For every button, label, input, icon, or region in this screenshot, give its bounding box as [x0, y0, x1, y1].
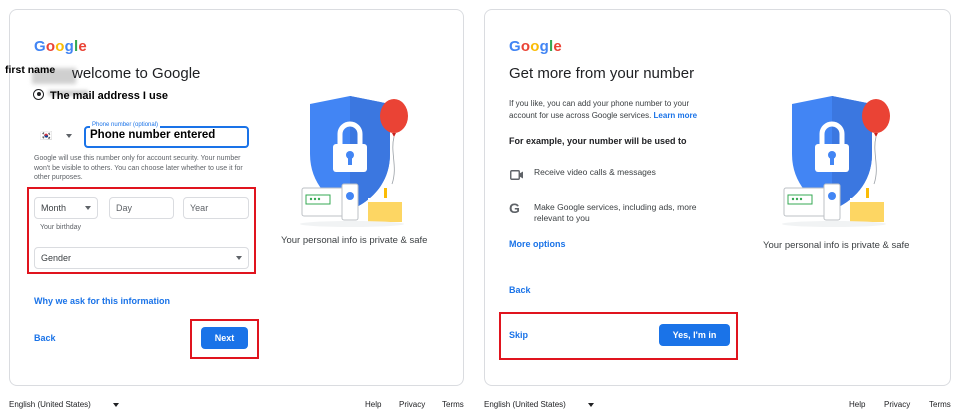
language-label: English (United States)	[484, 400, 566, 409]
help-link[interactable]: Help	[365, 400, 381, 409]
google-g-icon: G	[509, 200, 520, 216]
logo-letter: g	[539, 38, 549, 55]
chevron-down-icon[interactable]	[66, 134, 72, 138]
logo-letter: o	[530, 38, 540, 55]
more-options-link[interactable]: More options	[509, 239, 566, 249]
privacy-link[interactable]: Privacy	[884, 400, 910, 409]
logo-letter: G	[34, 38, 46, 55]
first-name-annotation: first name	[5, 64, 56, 76]
privacy-caption: Your personal info is private & safe	[281, 235, 428, 246]
highlight-box	[27, 187, 256, 274]
account-circle-icon	[33, 89, 44, 100]
chevron-down-icon	[588, 402, 595, 407]
feature-services: Make Google services, including ads, mor…	[534, 202, 697, 223]
privacy-illustration	[774, 92, 904, 232]
yes-im-in-button[interactable]: Yes, I'm in	[659, 324, 730, 346]
why-we-ask-link[interactable]: Why we ask for this information	[34, 296, 170, 306]
feature-video: Receive video calls & messages	[534, 167, 656, 177]
skip-link[interactable]: Skip	[509, 330, 528, 340]
logo-letter: e	[78, 38, 87, 55]
privacy-link[interactable]: Privacy	[399, 400, 425, 409]
video-call-icon	[510, 167, 524, 185]
privacy-caption: Your personal info is private & safe	[763, 240, 910, 251]
language-selector[interactable]: English (United States)	[9, 400, 120, 409]
intro-text: If you like, you can add your phone numb…	[509, 98, 714, 122]
google-logo: Google	[34, 38, 87, 55]
page-title: Get more from your number	[509, 65, 695, 82]
page-title: welcome to Google	[72, 65, 201, 82]
language-label: English (United States)	[9, 400, 91, 409]
logo-letter: G	[509, 38, 521, 55]
logo-letter: o	[45, 38, 56, 55]
help-link[interactable]: Help	[849, 400, 865, 409]
next-button[interactable]: Next	[201, 327, 248, 349]
phone-number-card: Google Get more from your number If you …	[484, 9, 951, 386]
chevron-down-icon	[113, 402, 120, 407]
back-link[interactable]: Back	[34, 333, 56, 343]
terms-link[interactable]: Terms	[442, 400, 464, 409]
logo-letter: e	[553, 38, 562, 55]
phone-number-label: Phone number (optional)	[90, 122, 161, 128]
language-selector[interactable]: English (United States)	[484, 400, 595, 409]
create-account-card: Google welcome to Google 🇰🇷 Phone number…	[9, 9, 464, 386]
country-flag-icon[interactable]: 🇰🇷	[40, 131, 52, 142]
back-link[interactable]: Back	[509, 285, 531, 295]
learn-more-link[interactable]: Learn more	[654, 111, 698, 120]
logo-letter: o	[55, 38, 65, 55]
shield-lock-icon	[782, 96, 890, 227]
phone-note: Google will use this number only for acc…	[34, 155, 243, 181]
logo-letter: o	[520, 38, 531, 55]
terms-link[interactable]: Terms	[929, 400, 951, 409]
phone-number-value: Phone number entered	[90, 129, 216, 141]
example-heading: For example, your number will be used to	[509, 136, 687, 146]
shield-lock-icon	[300, 96, 408, 227]
logo-letter: g	[64, 38, 74, 55]
email-annotation: The mail address I use	[50, 90, 168, 102]
google-logo: Google	[509, 38, 562, 55]
privacy-illustration	[292, 92, 422, 232]
